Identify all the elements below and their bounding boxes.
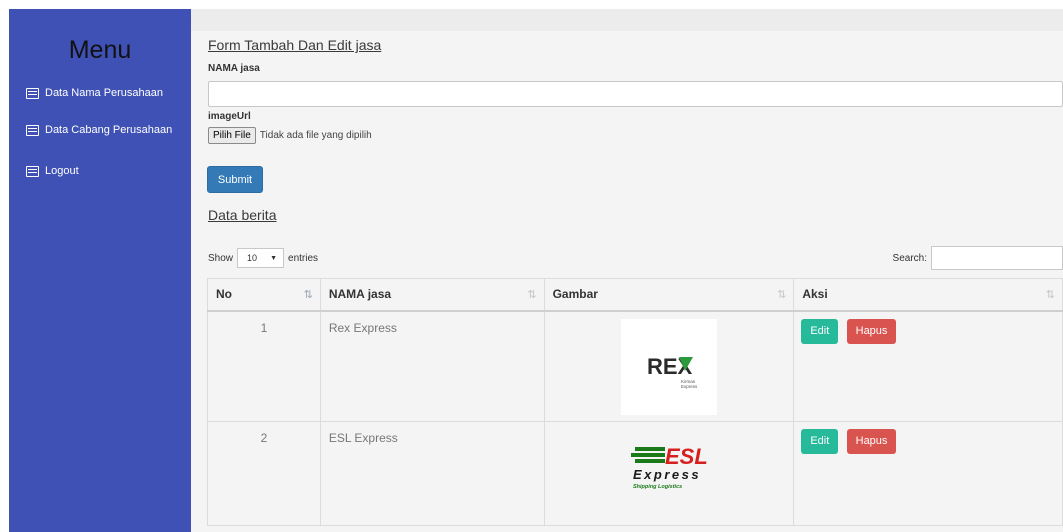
svg-text:Express: Express [633, 467, 701, 482]
column-header-no[interactable]: No ⇅ [207, 278, 321, 312]
cell-actions: Edit Hapus [793, 421, 1063, 526]
show-label: Show [208, 252, 234, 264]
svg-text:Shipping Logistics: Shipping Logistics [633, 484, 682, 490]
list-icon [26, 165, 39, 177]
sidebar-item-data-nama-perusahaan[interactable]: Data Nama Perusahaan [26, 85, 163, 101]
entries-label: entries [288, 252, 319, 264]
header-bar [191, 9, 1063, 31]
search-control: Search: [893, 246, 1063, 270]
submit-button[interactable]: Submit [207, 166, 263, 193]
edit-button[interactable]: Edit [801, 429, 839, 454]
choose-file-button[interactable]: Pilih File [208, 127, 256, 144]
menu-title: Menu [68, 36, 132, 64]
file-picker: Pilih File Tidak ada file yang dipilih [208, 127, 372, 144]
delete-button[interactable]: Hapus [846, 318, 897, 344]
sort-icon: ⇅ [777, 289, 787, 301]
esl-express-logo: ESL Express Shipping Logistics [620, 429, 717, 503]
sort-icon: ⇅ [1045, 289, 1055, 301]
edit-button[interactable]: Edit [801, 318, 839, 344]
column-header-gambar[interactable]: Gambar ⇅ [543, 278, 795, 312]
sidebar-item-label: Data Cabang Perusahaan [45, 124, 173, 136]
sidebar: Menu Data Nama Perusahaan Data Cabang Pe… [9, 9, 191, 532]
form-heading: Form Tambah Dan Edit jasa [208, 37, 382, 53]
image-label: imageUrl [208, 111, 251, 122]
sidebar-item-logout[interactable]: Logout [26, 163, 79, 179]
top-strip [0, 0, 1063, 9]
main-content: Form Tambah Dan Edit jasa NAMA jasa imag… [191, 9, 1063, 532]
delete-button[interactable]: Hapus [846, 429, 897, 454]
entries-control: Show 10 ▼ entries [208, 248, 318, 268]
data-table: No ⇅ NAMA jasa ⇅ Gambar ⇅ Aksi ⇅ 1 Rex E… [207, 278, 1063, 526]
entries-select[interactable]: 10 ▼ [237, 248, 285, 268]
list-icon [26, 87, 39, 99]
table-row: 1 Rex Express REX Kirman Express Edit Ha… [207, 310, 1063, 422]
cell-actions: Edit Hapus [793, 310, 1063, 422]
logo-text: ESL [665, 444, 708, 469]
svg-text:Express: Express [681, 384, 698, 389]
cell-no: 1 [207, 310, 321, 422]
cell-name: Rex Express [319, 310, 545, 422]
sort-asc-icon: ⇅ [303, 289, 313, 301]
list-icon [26, 124, 39, 136]
sidebar-item-label: Logout [45, 165, 79, 177]
cell-image: ESL Express Shipping Logistics [543, 421, 795, 526]
table-row: 2 ESL Express ESL Express Shipping Logis… [207, 421, 1063, 526]
cell-image: REX Kirman Express [543, 310, 795, 422]
table-header-row: No ⇅ NAMA jasa ⇅ Gambar ⇅ Aksi ⇅ [207, 278, 1063, 312]
name-input[interactable] [208, 81, 1063, 107]
sort-icon: ⇅ [527, 289, 537, 301]
file-status: Tidak ada file yang dipilih [259, 130, 372, 141]
search-label: Search: [892, 252, 927, 264]
entries-value: 10 [247, 253, 258, 263]
name-label: NAMA jasa [208, 63, 260, 74]
cell-name: ESL Express [319, 421, 545, 526]
table-heading: Data berita [208, 207, 277, 223]
column-header-nama-jasa[interactable]: NAMA jasa ⇅ [319, 278, 545, 312]
rex-express-logo: REX Kirman Express [620, 318, 717, 415]
column-header-aksi[interactable]: Aksi ⇅ [793, 278, 1063, 312]
cell-no: 2 [207, 421, 321, 526]
search-input[interactable] [931, 246, 1063, 270]
sidebar-item-label: Data Nama Perusahaan [45, 87, 164, 99]
sidebar-item-data-cabang-perusahaan[interactable]: Data Cabang Perusahaan [26, 122, 172, 138]
caret-down-icon: ▼ [270, 254, 278, 262]
